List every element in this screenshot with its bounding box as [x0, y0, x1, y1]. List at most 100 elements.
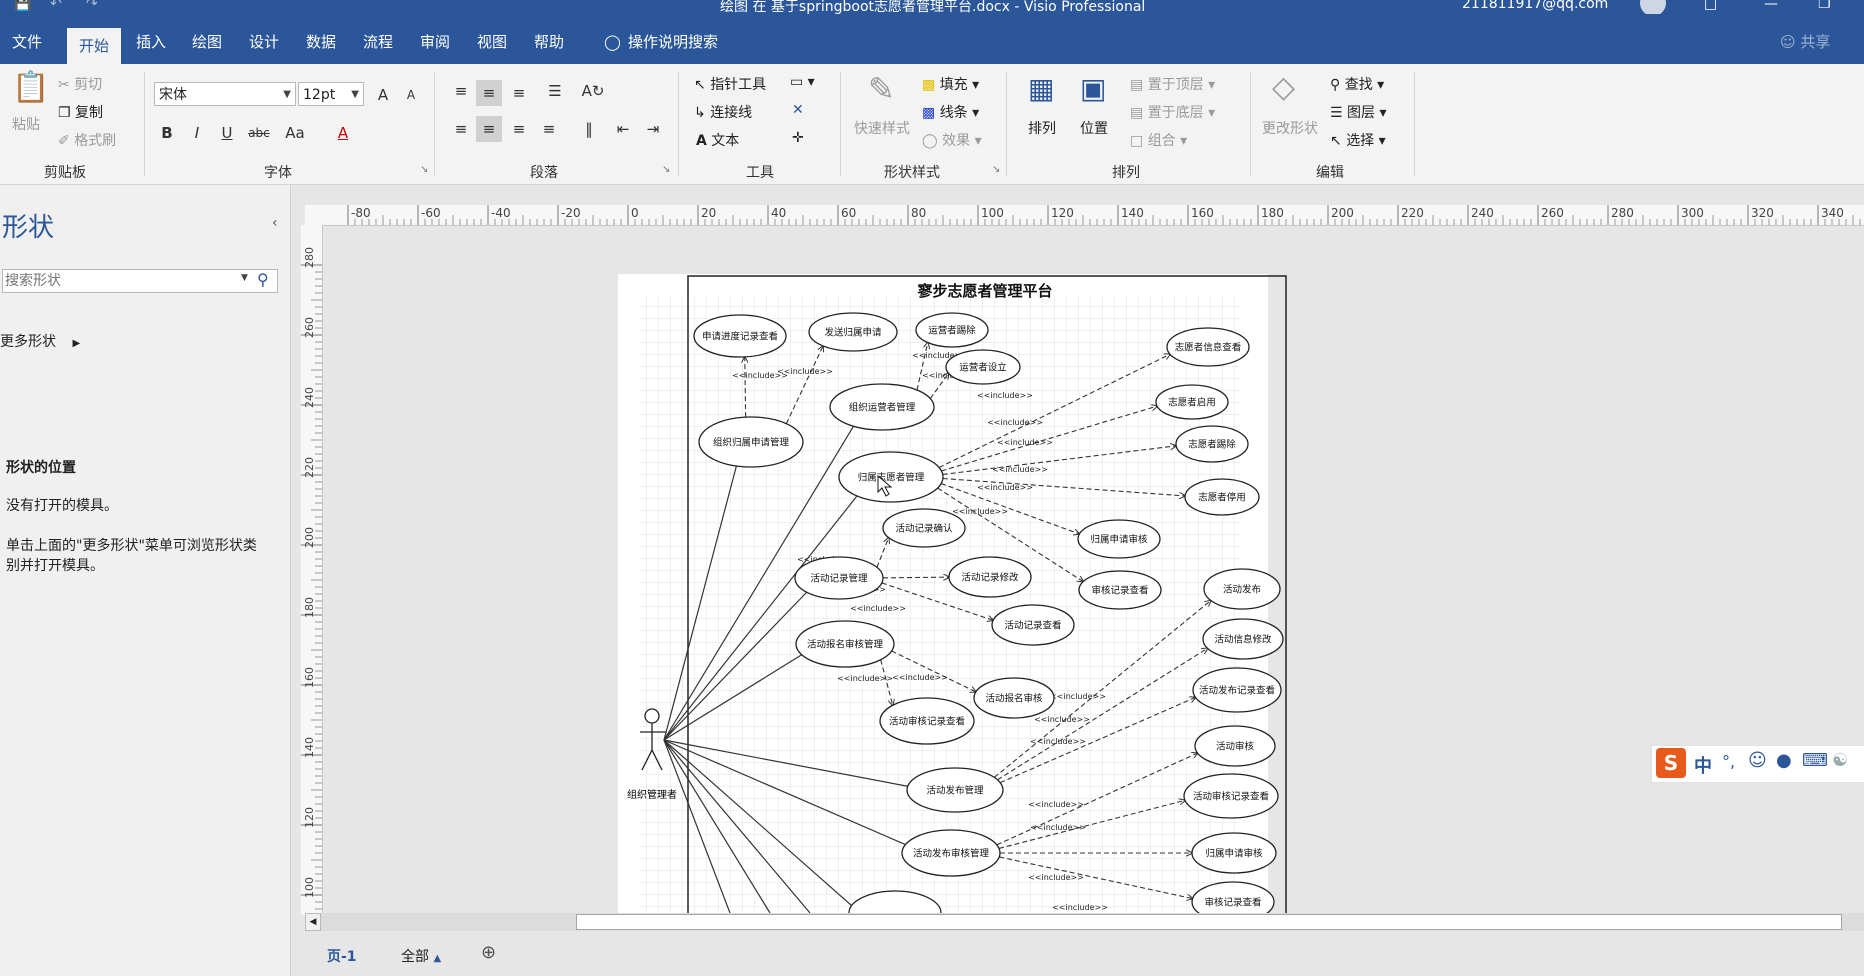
shrink-font-button[interactable]: A [398, 82, 424, 108]
quick-styles-icon[interactable]: ✎ [868, 70, 895, 108]
usecase-uc18[interactable]: 活动报名审核管理 [795, 620, 895, 668]
close-shape-icon[interactable]: ✕ [792, 102, 804, 118]
position-button[interactable]: 位置 [1080, 118, 1108, 138]
microphone-icon[interactable]: ● [1776, 750, 1792, 771]
grow-font-button[interactable]: A [370, 82, 396, 108]
cut-button[interactable]: ✂ 剪切 [58, 74, 102, 94]
usecase-uc6[interactable]: 组织归属申请管理 [698, 416, 804, 468]
distribute-icon[interactable]: ‖ [576, 116, 602, 142]
add-page-icon[interactable]: ⊕ [481, 942, 496, 963]
account-email[interactable]: 211811917@qq.com [1462, 0, 1608, 12]
align-top-icon[interactable]: ≡ [448, 78, 474, 104]
ime-mode[interactable]: 中 [1694, 752, 1712, 778]
usecase-uc11[interactable]: 志愿者停用 [1184, 478, 1260, 516]
layers-button[interactable]: ☰ 图层 ▾ [1330, 102, 1387, 122]
fill-button[interactable]: ▩ 填充 ▾ [922, 74, 979, 94]
search-icon[interactable]: ⚲ [257, 270, 269, 289]
ribbon-display-icon[interactable]: □ [1704, 0, 1717, 12]
scroll-thumb[interactable] [576, 914, 1842, 930]
connector-button[interactable]: ↳ 连接线 [694, 102, 752, 122]
position-icon[interactable]: ▣ [1080, 72, 1106, 105]
change-shape-icon[interactable]: ◇ [1272, 70, 1295, 105]
usecase-uc7[interactable]: 归属志愿者管理 [838, 451, 944, 503]
tab-draw[interactable]: 绘图 [180, 24, 234, 60]
usecase-uc2[interactable]: 发送归属申请 [808, 312, 898, 352]
usecase-uc12[interactable]: 归属申请审核 [1077, 519, 1161, 559]
scroll-left-icon[interactable]: ◀ [305, 913, 321, 931]
redo-icon[interactable]: ↷ [86, 0, 98, 12]
usecase-uc8[interactable]: 志愿者信息查看 [1166, 327, 1250, 367]
tab-view[interactable]: 视图 [465, 24, 519, 60]
page-tab-1[interactable]: 页-1 [327, 946, 357, 966]
tab-help[interactable]: 帮助 [522, 24, 576, 60]
justify-icon[interactable]: ≡ [536, 116, 562, 142]
usecase-uc24[interactable]: 活动审核 [1194, 725, 1276, 767]
all-pages-button[interactable]: 全部 ▲ [401, 946, 441, 966]
bold-button[interactable]: B [154, 120, 180, 146]
chevron-down-icon[interactable]: ▼ [241, 273, 248, 283]
drawing-page[interactable]: 寥步志愿者管理平台 <<include>><<include>><<includ… [610, 270, 1610, 913]
usecase-uc14[interactable]: 活动记录确认 [882, 508, 966, 548]
select-button[interactable]: ↖ 选择 ▾ [1330, 130, 1386, 150]
tab-design[interactable]: 设计 [237, 24, 291, 60]
usecase-uc25[interactable]: 活动发布管理 [906, 767, 1004, 813]
diagram-title[interactable]: 寥步志愿者管理平台 [916, 282, 1052, 300]
pointer-tool-button[interactable]: ↖ 指针工具 [694, 74, 766, 94]
change-shape-button[interactable]: 更改形状 [1262, 118, 1318, 138]
tab-review[interactable]: 审阅 [408, 24, 462, 60]
search-shapes-input[interactable] [5, 271, 235, 291]
usecase-uc17[interactable]: 活动记录查看 [991, 604, 1075, 646]
text-tool-button[interactable]: A 文本 [696, 130, 739, 150]
skin-icon[interactable]: ☯ [1832, 750, 1848, 771]
connection-point-icon[interactable]: ✛ [792, 130, 804, 146]
more-shapes-menu[interactable]: 更多形状 ▶ [0, 331, 80, 351]
tab-insert[interactable]: 插入 [124, 24, 178, 60]
collapse-pane-icon[interactable]: ‹ [272, 215, 278, 231]
save-icon[interactable]: 💾 [14, 0, 31, 12]
punctuation-icon[interactable]: °, [1722, 752, 1735, 771]
increase-indent-icon[interactable]: ⇥ [640, 116, 666, 142]
decrease-indent-icon[interactable]: ⇤ [610, 116, 636, 142]
usecase-uc9[interactable]: 志愿者启用 [1155, 384, 1229, 420]
tab-process[interactable]: 流程 [351, 24, 405, 60]
undo-icon[interactable]: ↶ [50, 0, 62, 12]
dialog-launcher-icon[interactable]: ↘ [992, 164, 1000, 175]
align-left-icon[interactable]: ≡ [448, 116, 474, 142]
format-painter-button[interactable]: ✐ 格式刷 [58, 130, 116, 150]
font-size-combo[interactable]: 12pt ▼ [298, 82, 364, 106]
send-back-button[interactable]: ▤ 置于底层 ▾ [1130, 102, 1215, 122]
align-button[interactable]: 排列 [1028, 118, 1056, 138]
minimize-icon[interactable]: — [1764, 0, 1778, 12]
italic-button[interactable]: I [184, 120, 210, 146]
font-color-button[interactable]: A [330, 120, 356, 146]
tab-file[interactable]: 文件 [0, 24, 54, 60]
keyboard-icon[interactable]: ⌨ [1802, 750, 1828, 771]
dialog-launcher-icon[interactable]: ↘ [420, 164, 428, 175]
emoji-icon[interactable]: ☺ [1748, 750, 1767, 771]
ime-toolbar[interactable]: S 中 °, ☺ ● ⌨ ☯ [1651, 745, 1864, 783]
usecase-uc10[interactable]: 志愿者踢除 [1175, 425, 1249, 463]
dialog-launcher-icon[interactable]: ↘ [662, 164, 670, 175]
usecase-uc20[interactable]: 活动审核记录查看 [879, 697, 975, 745]
search-shapes-box[interactable]: ▼ ⚲ [2, 269, 278, 293]
tab-home[interactable]: 开始 [67, 28, 122, 64]
usecase-uc19[interactable]: 活动报名审核 [973, 677, 1055, 719]
usecase-uc3[interactable]: 运营者踢除 [915, 312, 989, 348]
quick-styles-button[interactable]: 快速样式 [854, 118, 910, 138]
horizontal-scrollbar[interactable]: ◀ [305, 913, 1864, 931]
usecase-uc26[interactable]: 活动审核记录查看 [1183, 773, 1279, 819]
usecase-uc1[interactable]: 申请进度记录查看 [693, 314, 787, 358]
font-name-combo[interactable]: 宋体 ▼ [154, 82, 296, 106]
change-case-button[interactable]: Aa [278, 120, 312, 146]
align-middle-icon[interactable]: ≡ [476, 80, 502, 106]
rectangle-shape-icon[interactable]: ▭ ▾ [790, 74, 815, 90]
usecase-uc4[interactable]: 运营者设立 [945, 349, 1021, 385]
text-direction-icon[interactable]: A↻ [580, 78, 606, 104]
tab-data[interactable]: 数据 [294, 24, 348, 60]
usecase-uc28[interactable]: 归属申请审核 [1191, 832, 1277, 874]
usecase-uc5[interactable]: 组织运营者管理 [829, 383, 935, 431]
usecase-uc22[interactable]: 活动信息修改 [1202, 618, 1284, 660]
line-button[interactable]: ▩ 线条 ▾ [922, 102, 979, 122]
align-shapes-icon[interactable]: ▦ [1028, 72, 1054, 105]
share-button[interactable]: ☺ 共享 [1768, 24, 1842, 60]
